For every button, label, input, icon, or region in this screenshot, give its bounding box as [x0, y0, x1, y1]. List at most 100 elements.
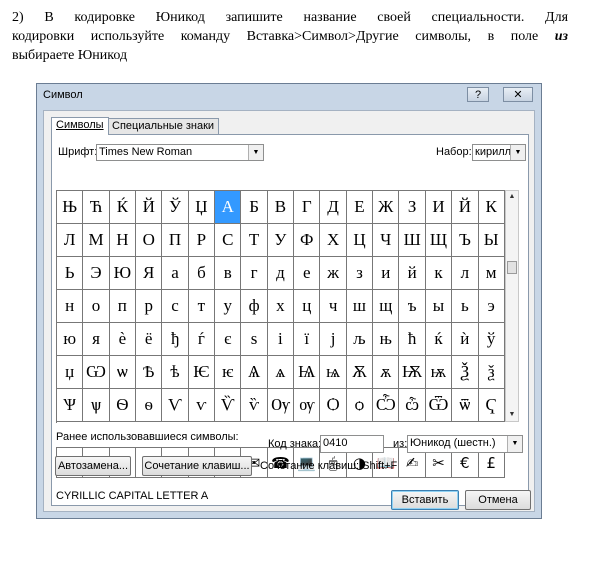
symbol-cell[interactable]: ќ [425, 323, 453, 356]
symbol-cell[interactable]: ы [425, 290, 453, 323]
symbol-cell[interactable]: Т [241, 224, 268, 257]
help-button[interactable]: ? [467, 87, 489, 102]
symbol-cell[interactable]: ѧ [267, 356, 295, 389]
chevron-down-icon[interactable]: ▼ [248, 145, 263, 160]
symbol-cell[interactable]: щ [373, 290, 400, 323]
symbol-cell[interactable]: ѫ [373, 356, 400, 389]
shortcut-key-button[interactable]: Сочетание клавиш... [142, 456, 252, 476]
symbol-cell[interactable]: н [57, 290, 84, 323]
symbol-cell[interactable]: Ѷ [215, 389, 242, 422]
symbol-cell[interactable]: Ъ [452, 224, 479, 257]
symbol-cell[interactable]: Ы [478, 224, 505, 257]
symbol-cell[interactable]: ѿ [452, 389, 479, 422]
symbol-cell[interactable]: Ѱ [57, 389, 84, 422]
symbol-cell[interactable]: ѱ [83, 389, 110, 422]
symbol-cell[interactable]: Н [109, 224, 137, 257]
symbol-cell[interactable]: џ [57, 356, 84, 389]
symbol-cell[interactable]: ѡ [109, 356, 137, 389]
autocorrect-button[interactable]: Автозамена... [55, 456, 131, 476]
scroll-down-arrow-icon[interactable]: ▼ [506, 409, 518, 421]
symbol-cell[interactable]: Щ [425, 224, 453, 257]
symbol-cell[interactable]: ѝ [452, 323, 479, 356]
symbol-cell[interactable]: ѥ [215, 356, 242, 389]
symbol-cell[interactable]: Џ [188, 191, 216, 224]
symbol-cell[interactable]: ў [478, 323, 505, 356]
symbol-cell[interactable]: Ь [57, 257, 84, 290]
symbol-cell[interactable]: ѯ [478, 356, 505, 389]
symbol-cell[interactable]: Б [241, 191, 268, 224]
symbol-cell[interactable]: я [83, 323, 110, 356]
tab-special-characters[interactable]: Специальные знаки [107, 118, 220, 134]
symbol-cell[interactable]: ј [320, 323, 347, 356]
symbol-cell[interactable]: Е [346, 191, 374, 224]
symbol-cell[interactable]: ф [241, 290, 268, 323]
symbol-cell[interactable]: Ќ [109, 191, 137, 224]
symbol-cell[interactable]: ѳ [136, 389, 163, 422]
symbol-cell[interactable]: ѷ [241, 389, 268, 422]
symbol-cell[interactable]: ж [320, 257, 347, 290]
symbol-cell[interactable]: Ѹ [267, 389, 295, 422]
symbol-cell[interactable]: ђ [162, 323, 189, 356]
symbol-cell[interactable]: и [373, 257, 400, 290]
symbol-cell[interactable]: ѩ [320, 356, 347, 389]
symbol-cell[interactable]: Ҁ [478, 389, 505, 422]
symbol-cell[interactable]: а [162, 257, 189, 290]
symbol-cell[interactable]: ш [346, 290, 374, 323]
symbol-grid-scrollbar[interactable]: ▲ ▼ [505, 190, 519, 422]
symbol-cell[interactable]: Р [188, 224, 216, 257]
symbol-cell[interactable]: Х [320, 224, 347, 257]
symbol-cell[interactable]: о [83, 290, 110, 323]
scroll-thumb[interactable] [507, 261, 517, 274]
symbol-cell[interactable]: р [136, 290, 163, 323]
symbol-cell[interactable]: Ф [294, 224, 321, 257]
symbol-cell[interactable]: Ѥ [188, 356, 216, 389]
symbol-cell[interactable]: ѭ [425, 356, 453, 389]
symbol-cell[interactable]: т [188, 290, 216, 323]
cancel-button[interactable]: Отмена [465, 490, 531, 510]
symbol-cell[interactable]: й [399, 257, 426, 290]
symbol-cell[interactable]: і [267, 323, 295, 356]
symbol-cell[interactable]: Ѧ [241, 356, 268, 389]
font-select[interactable]: Times New Roman ▼ [96, 144, 264, 161]
symbol-cell[interactable]: ћ [399, 323, 426, 356]
from-select[interactable]: Юникод (шестн.) ▼ [407, 435, 523, 453]
symbol-cell[interactable]: ѣ [162, 356, 189, 389]
symbol-cell[interactable]: В [267, 191, 295, 224]
symbol-cell[interactable]: ѕ [241, 323, 268, 356]
symbol-cell[interactable]: х [267, 290, 295, 323]
symbol-cell[interactable]: Г [294, 191, 321, 224]
symbol-cell[interactable]: Ѳ [109, 389, 137, 422]
symbol-cell[interactable]: ѹ [294, 389, 321, 422]
symbol-cell[interactable]: у [215, 290, 242, 323]
symbol-cell[interactable]: О [136, 224, 163, 257]
symbol-cell[interactable]: Д [320, 191, 347, 224]
subset-select[interactable]: кирилли ▼ [472, 144, 526, 161]
symbol-cell[interactable]: ѵ [188, 389, 216, 422]
symbol-cell[interactable]: С [215, 224, 242, 257]
symbol-cell[interactable]: Ѣ [136, 356, 163, 389]
symbol-cell[interactable]: з [346, 257, 374, 290]
symbol-cell[interactable]: л [452, 257, 479, 290]
symbol-cell[interactable]: М [83, 224, 110, 257]
symbol-cell[interactable]: ї [294, 323, 321, 356]
symbol-cell[interactable]: љ [346, 323, 374, 356]
close-button[interactable]: ✕ [503, 87, 533, 102]
symbol-cell[interactable]: Њ [57, 191, 84, 224]
chevron-down-icon[interactable]: ▼ [507, 436, 522, 452]
symbol-cell[interactable]: ѓ [188, 323, 216, 356]
symbol-cell[interactable]: б [188, 257, 216, 290]
insert-button[interactable]: Вставить [391, 490, 459, 510]
symbol-cell[interactable]: г [241, 257, 268, 290]
symbol-cell[interactable]: Ѿ [425, 389, 453, 422]
symbol-cell[interactable]: З [399, 191, 426, 224]
symbol-cell[interactable]: У [267, 224, 295, 257]
symbol-cell[interactable]: к [425, 257, 453, 290]
symbol-cell[interactable]: Ѯ [452, 356, 479, 389]
symbol-cell[interactable]: ъ [399, 290, 426, 323]
chevron-down-icon[interactable]: ▼ [510, 145, 525, 160]
symbol-cell[interactable]: П [162, 224, 189, 257]
symbol-cell[interactable]: є [215, 323, 242, 356]
symbol-cell[interactable]: с [162, 290, 189, 323]
symbol-cell[interactable]: ѐ [109, 323, 137, 356]
symbol-cell[interactable]: Ѵ [162, 389, 189, 422]
